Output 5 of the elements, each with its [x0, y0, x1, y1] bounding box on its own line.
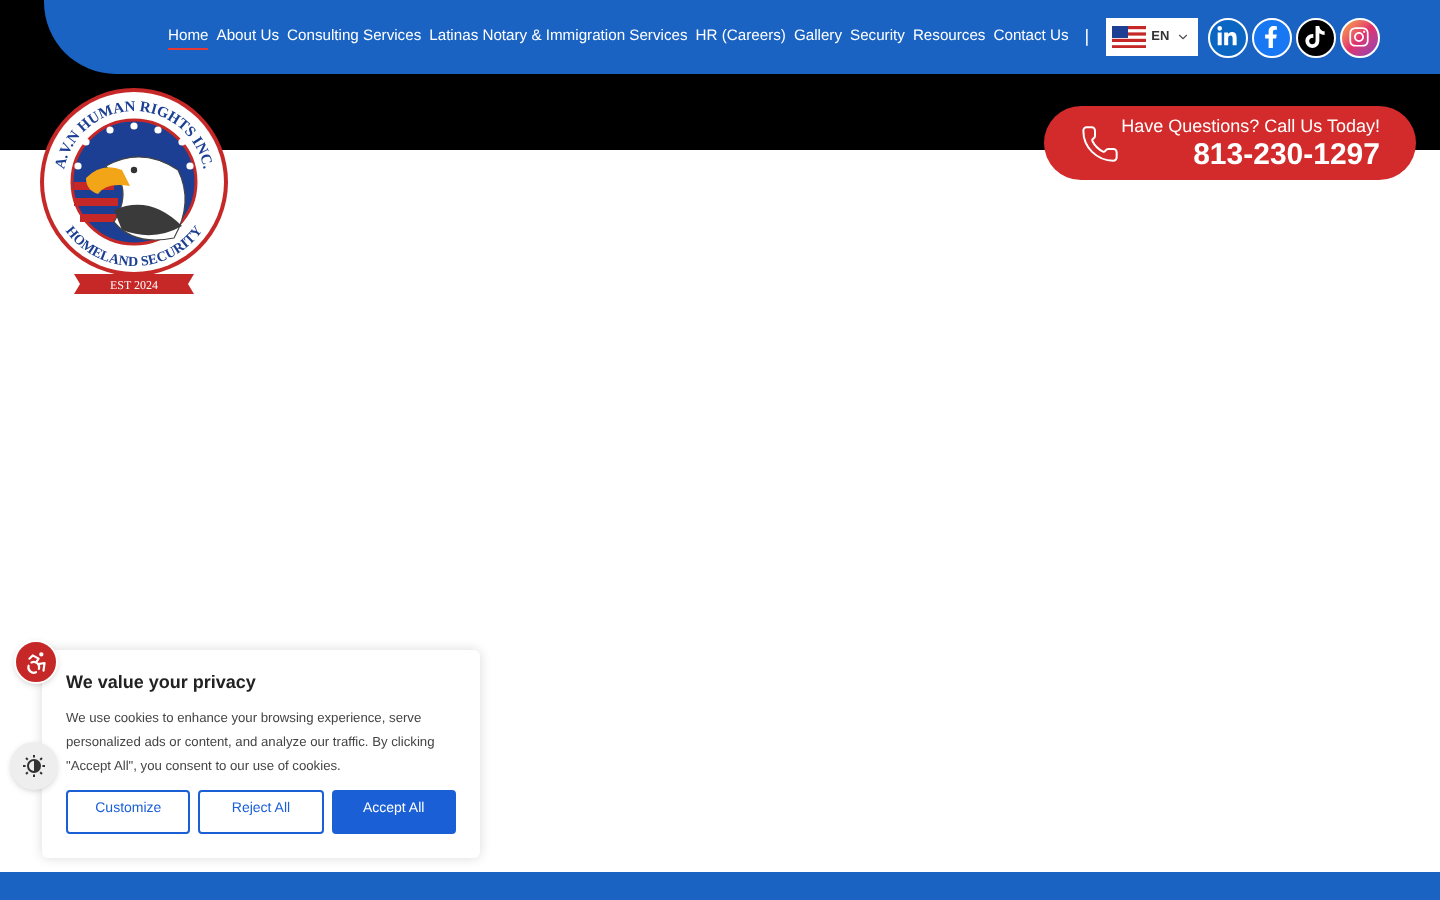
cookie-title: We value your privacy	[66, 670, 258, 696]
call-prompt: Have Questions? Call Us Today!	[1121, 117, 1380, 135]
nav-separator: |	[1084, 23, 1090, 50]
call-button[interactable]: Have Questions? Call Us Today! 813-230-1297	[1044, 106, 1416, 180]
phone-number: 813-230-1297	[1193, 139, 1380, 169]
